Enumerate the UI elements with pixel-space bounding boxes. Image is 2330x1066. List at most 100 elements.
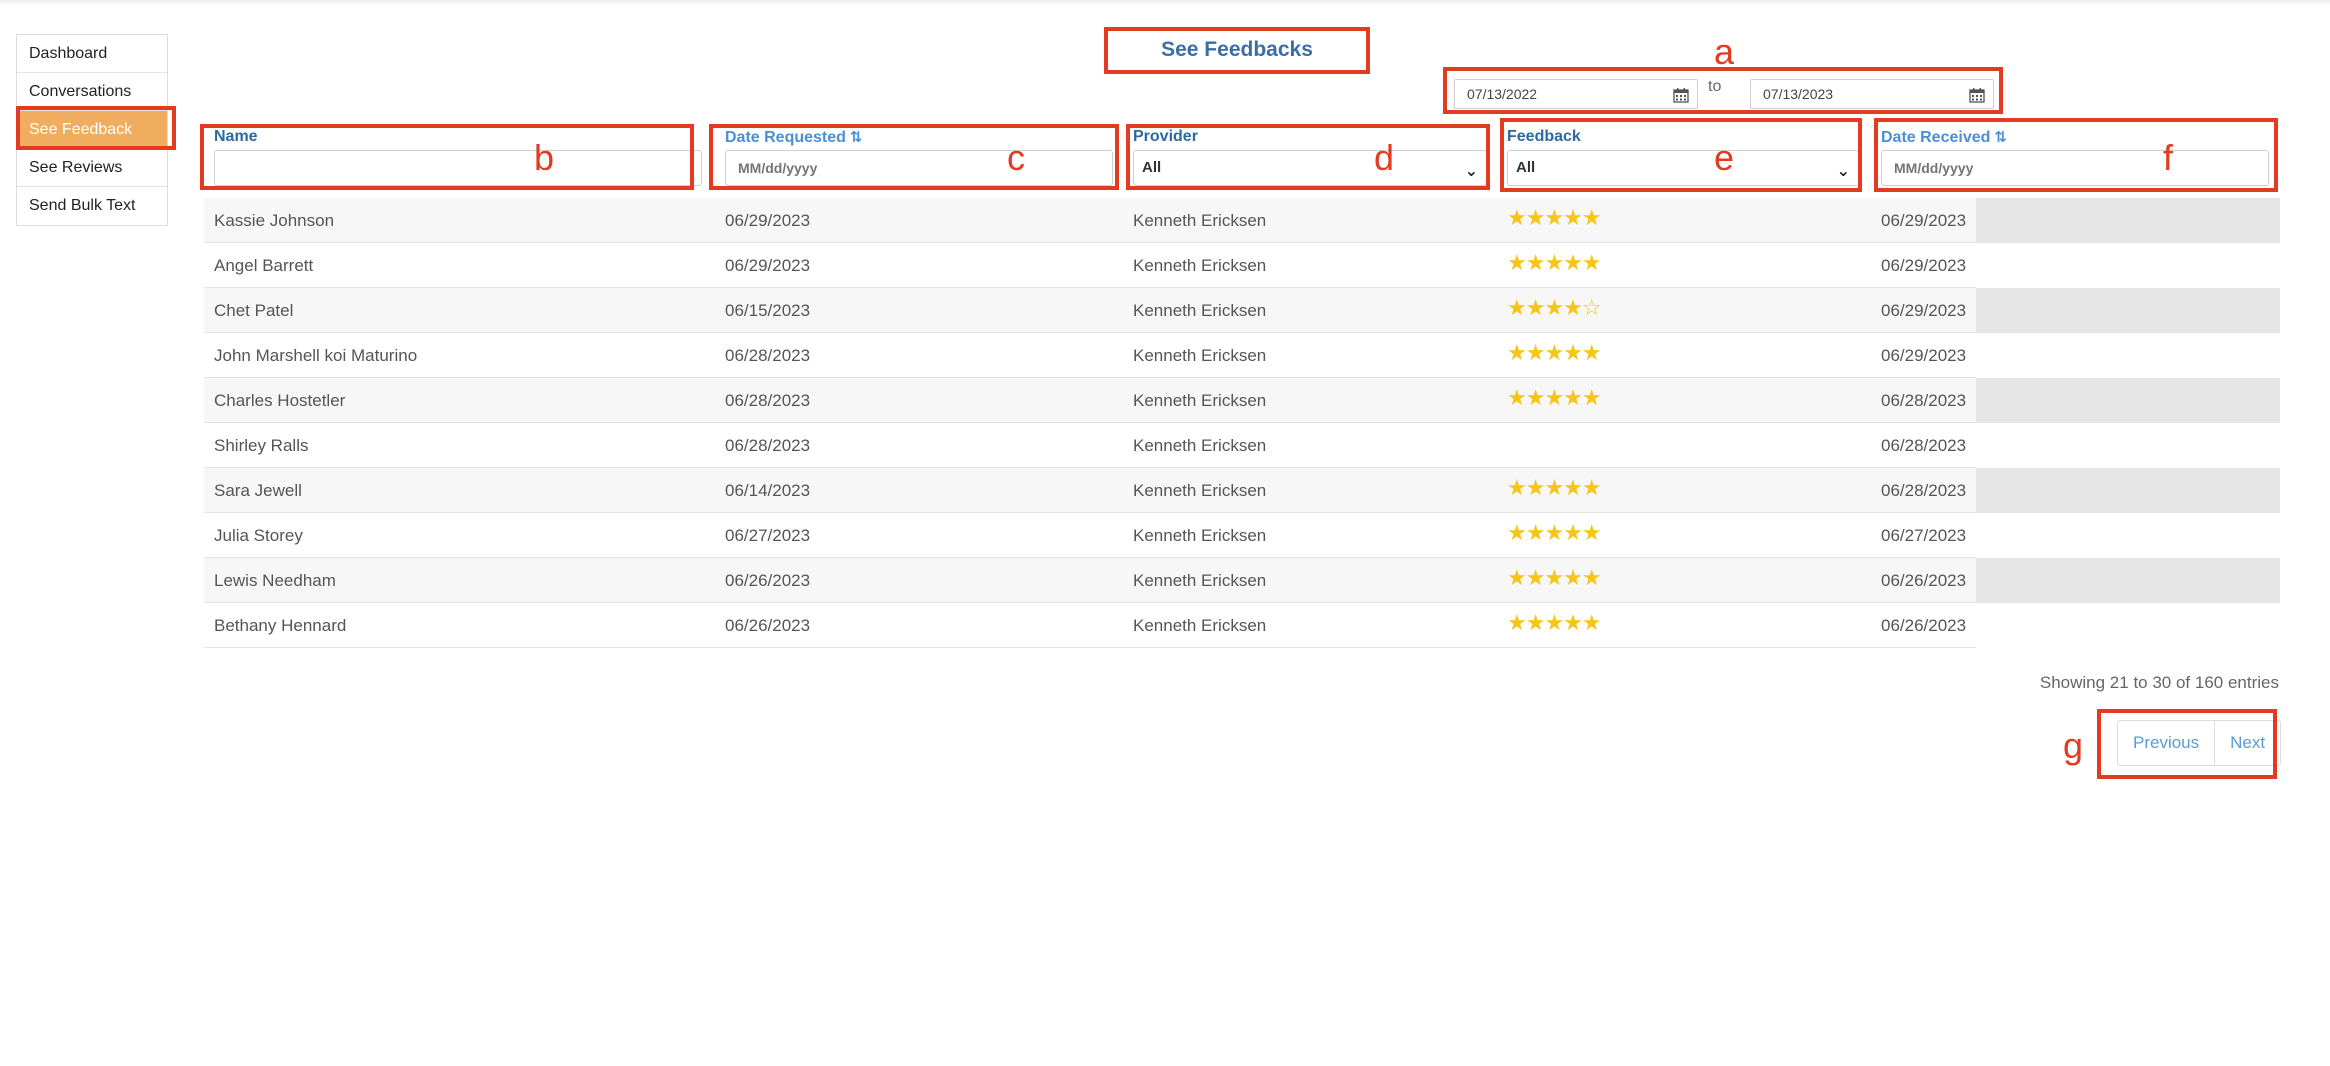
date-range-separator: to (1708, 78, 1722, 95)
chevron-down-icon: ⌄ (1836, 163, 1850, 180)
sidebar-item-dashboard[interactable]: Dashboard (17, 35, 167, 73)
row-date-requested: 06/28/2023 (725, 391, 811, 410)
provider-filter-select[interactable]: All ⌄ (1133, 150, 1487, 186)
annotation-label-a: a (1714, 31, 1735, 72)
row-name: John Marshell koi Maturino (214, 346, 418, 365)
row-name: Charles Hostetler (214, 391, 346, 410)
row-date-received: 06/29/2023 (1881, 256, 1967, 275)
annotation-label-f: f (2163, 137, 2174, 178)
star-rating-icon: ★★★★★ (1507, 205, 1602, 230)
row-name: Lewis Needham (214, 571, 336, 590)
row-date-requested: 06/26/2023 (725, 616, 811, 635)
column-header-date-received[interactable]: Date Received ⇅ (1881, 128, 2007, 147)
sidebar-item-send-bulk-text[interactable]: Send Bulk Text (17, 187, 167, 225)
row-side-panel (1976, 558, 2280, 603)
row-side-panel (1976, 603, 2280, 648)
row-side-panel (1976, 423, 2280, 468)
next-page-button[interactable]: Next (2214, 721, 2280, 765)
row-date-received: 06/28/2023 (1881, 391, 1967, 410)
annotation-label-c: c (1007, 137, 1025, 178)
star-rating-icon: ★★★★★ (1507, 475, 1602, 500)
sidebar-item-see-feedback[interactable]: See Feedback (17, 111, 167, 149)
row-side-panel (1976, 333, 2280, 378)
row-side-panel (1976, 378, 2280, 423)
star-rating-icon: ★★★★☆ (1507, 295, 1602, 320)
row-side-panel (1976, 513, 2280, 558)
date-range-to-value: 07/13/2023 (1763, 86, 1834, 102)
star-rating-icon: ★★★★★ (1507, 250, 1602, 275)
name-filter-input[interactable] (214, 150, 702, 186)
row-date-requested: 06/15/2023 (725, 301, 811, 320)
row-side-panel (1976, 288, 2280, 333)
sort-icon[interactable]: ⇅ (1994, 129, 2006, 146)
calendar-icon[interactable] (1673, 87, 1689, 103)
date-received-label: Date Received (1881, 129, 1991, 146)
row-date-requested: 06/27/2023 (725, 526, 811, 545)
date-range-from-input[interactable]: 07/13/2022 (1454, 79, 1698, 109)
row-date-received: 06/26/2023 (1881, 571, 1967, 590)
row-provider: Kenneth Ericksen (1133, 301, 1267, 320)
table-row[interactable]: Sara Jewell 06/14/2023 Kenneth Ericksen … (204, 468, 2280, 513)
table-row[interactable]: Shirley Ralls 06/28/2023 Kenneth Erickse… (204, 423, 2280, 468)
star-rating-icon: ★★★★★ (1507, 385, 1602, 410)
table-row[interactable]: Bethany Hennard 06/26/2023 Kenneth Erick… (204, 603, 2280, 648)
star-rating-icon: ★★★★★ (1507, 340, 1602, 365)
star-rating-icon: ★★★★★ (1507, 565, 1602, 590)
row-provider: Kenneth Ericksen (1133, 256, 1267, 275)
annotation-label-b: b (534, 137, 555, 178)
column-header-provider: Provider (1133, 128, 1198, 145)
row-name: Julia Storey (214, 526, 303, 545)
table-row[interactable]: Chet Patel 06/15/2023 Kenneth Ericksen ★… (204, 288, 2280, 333)
row-side-panel (1976, 243, 2280, 288)
row-provider: Kenneth Ericksen (1133, 481, 1267, 500)
table-row[interactable]: Lewis Needham 06/26/2023 Kenneth Erickse… (204, 558, 2280, 603)
table-row[interactable]: Angel Barrett 06/29/2023 Kenneth Erickse… (204, 243, 2280, 288)
feedback-filter-select[interactable]: All ⌄ (1507, 150, 1859, 186)
page-title: See Feedbacks (1161, 38, 1313, 61)
row-date-received: 06/28/2023 (1881, 481, 1967, 500)
column-header-feedback: Feedback (1507, 128, 1581, 145)
row-provider: Kenneth Ericksen (1133, 616, 1267, 635)
row-name: Kassie Johnson (214, 211, 335, 230)
provider-filter-value: All (1142, 159, 1162, 176)
sidebar-nav: Dashboard Conversations See Feedback See… (16, 34, 168, 226)
row-date-received: 06/29/2023 (1881, 301, 1967, 320)
chevron-down-icon: ⌄ (1464, 163, 1478, 180)
row-date-requested: 06/26/2023 (725, 571, 811, 590)
star-rating-icon: ★★★★★ (1507, 520, 1602, 545)
sidebar-item-conversations[interactable]: Conversations (17, 73, 167, 111)
feedback-filter-value: All (1516, 159, 1536, 176)
row-date-requested: 06/28/2023 (725, 346, 811, 365)
sort-icon[interactable]: ⇅ (850, 129, 862, 146)
row-provider: Kenneth Ericksen (1133, 391, 1267, 410)
previous-page-button[interactable]: Previous (2118, 721, 2214, 765)
row-date-requested: 06/29/2023 (725, 211, 811, 230)
table-row[interactable]: Kassie Johnson 06/29/2023 Kenneth Ericks… (204, 198, 2280, 243)
date-received-filter-input[interactable] (1881, 150, 2269, 186)
row-date-requested: 06/29/2023 (725, 256, 811, 275)
sidebar-item-see-reviews[interactable]: See Reviews (17, 149, 167, 187)
annotation-label-e: e (1714, 137, 1735, 178)
date-requested-filter-input[interactable] (725, 150, 1113, 186)
table-row[interactable]: Julia Storey 06/27/2023 Kenneth Ericksen… (204, 513, 2280, 558)
row-date-received: 06/29/2023 (1881, 211, 1967, 230)
row-name: Sara Jewell (214, 481, 302, 500)
feedback-table: Kassie Johnson 06/29/2023 Kenneth Ericks… (204, 198, 2280, 648)
row-name: Bethany Hennard (214, 616, 347, 635)
row-provider: Kenneth Ericksen (1133, 571, 1267, 590)
row-provider: Kenneth Ericksen (1133, 346, 1267, 365)
table-row[interactable]: Charles Hostetler 06/28/2023 Kenneth Eri… (204, 378, 2280, 423)
annotation-label-d: d (1374, 137, 1395, 178)
row-name: Shirley Ralls (214, 436, 309, 455)
row-name: Angel Barrett (214, 256, 314, 275)
column-header-name: Name (214, 128, 258, 145)
table-row[interactable]: John Marshell koi Maturino 06/28/2023 Ke… (204, 333, 2280, 378)
row-date-requested: 06/14/2023 (725, 481, 811, 500)
annotation-label-g: g (2063, 725, 2084, 766)
column-header-date-requested[interactable]: Date Requested ⇅ (725, 128, 862, 147)
date-range-to-input[interactable]: 07/13/2023 (1750, 79, 1994, 109)
row-date-received: 06/28/2023 (1881, 436, 1967, 455)
calendar-icon[interactable] (1969, 87, 1985, 103)
row-provider: Kenneth Ericksen (1133, 436, 1267, 455)
row-provider: Kenneth Ericksen (1133, 526, 1267, 545)
